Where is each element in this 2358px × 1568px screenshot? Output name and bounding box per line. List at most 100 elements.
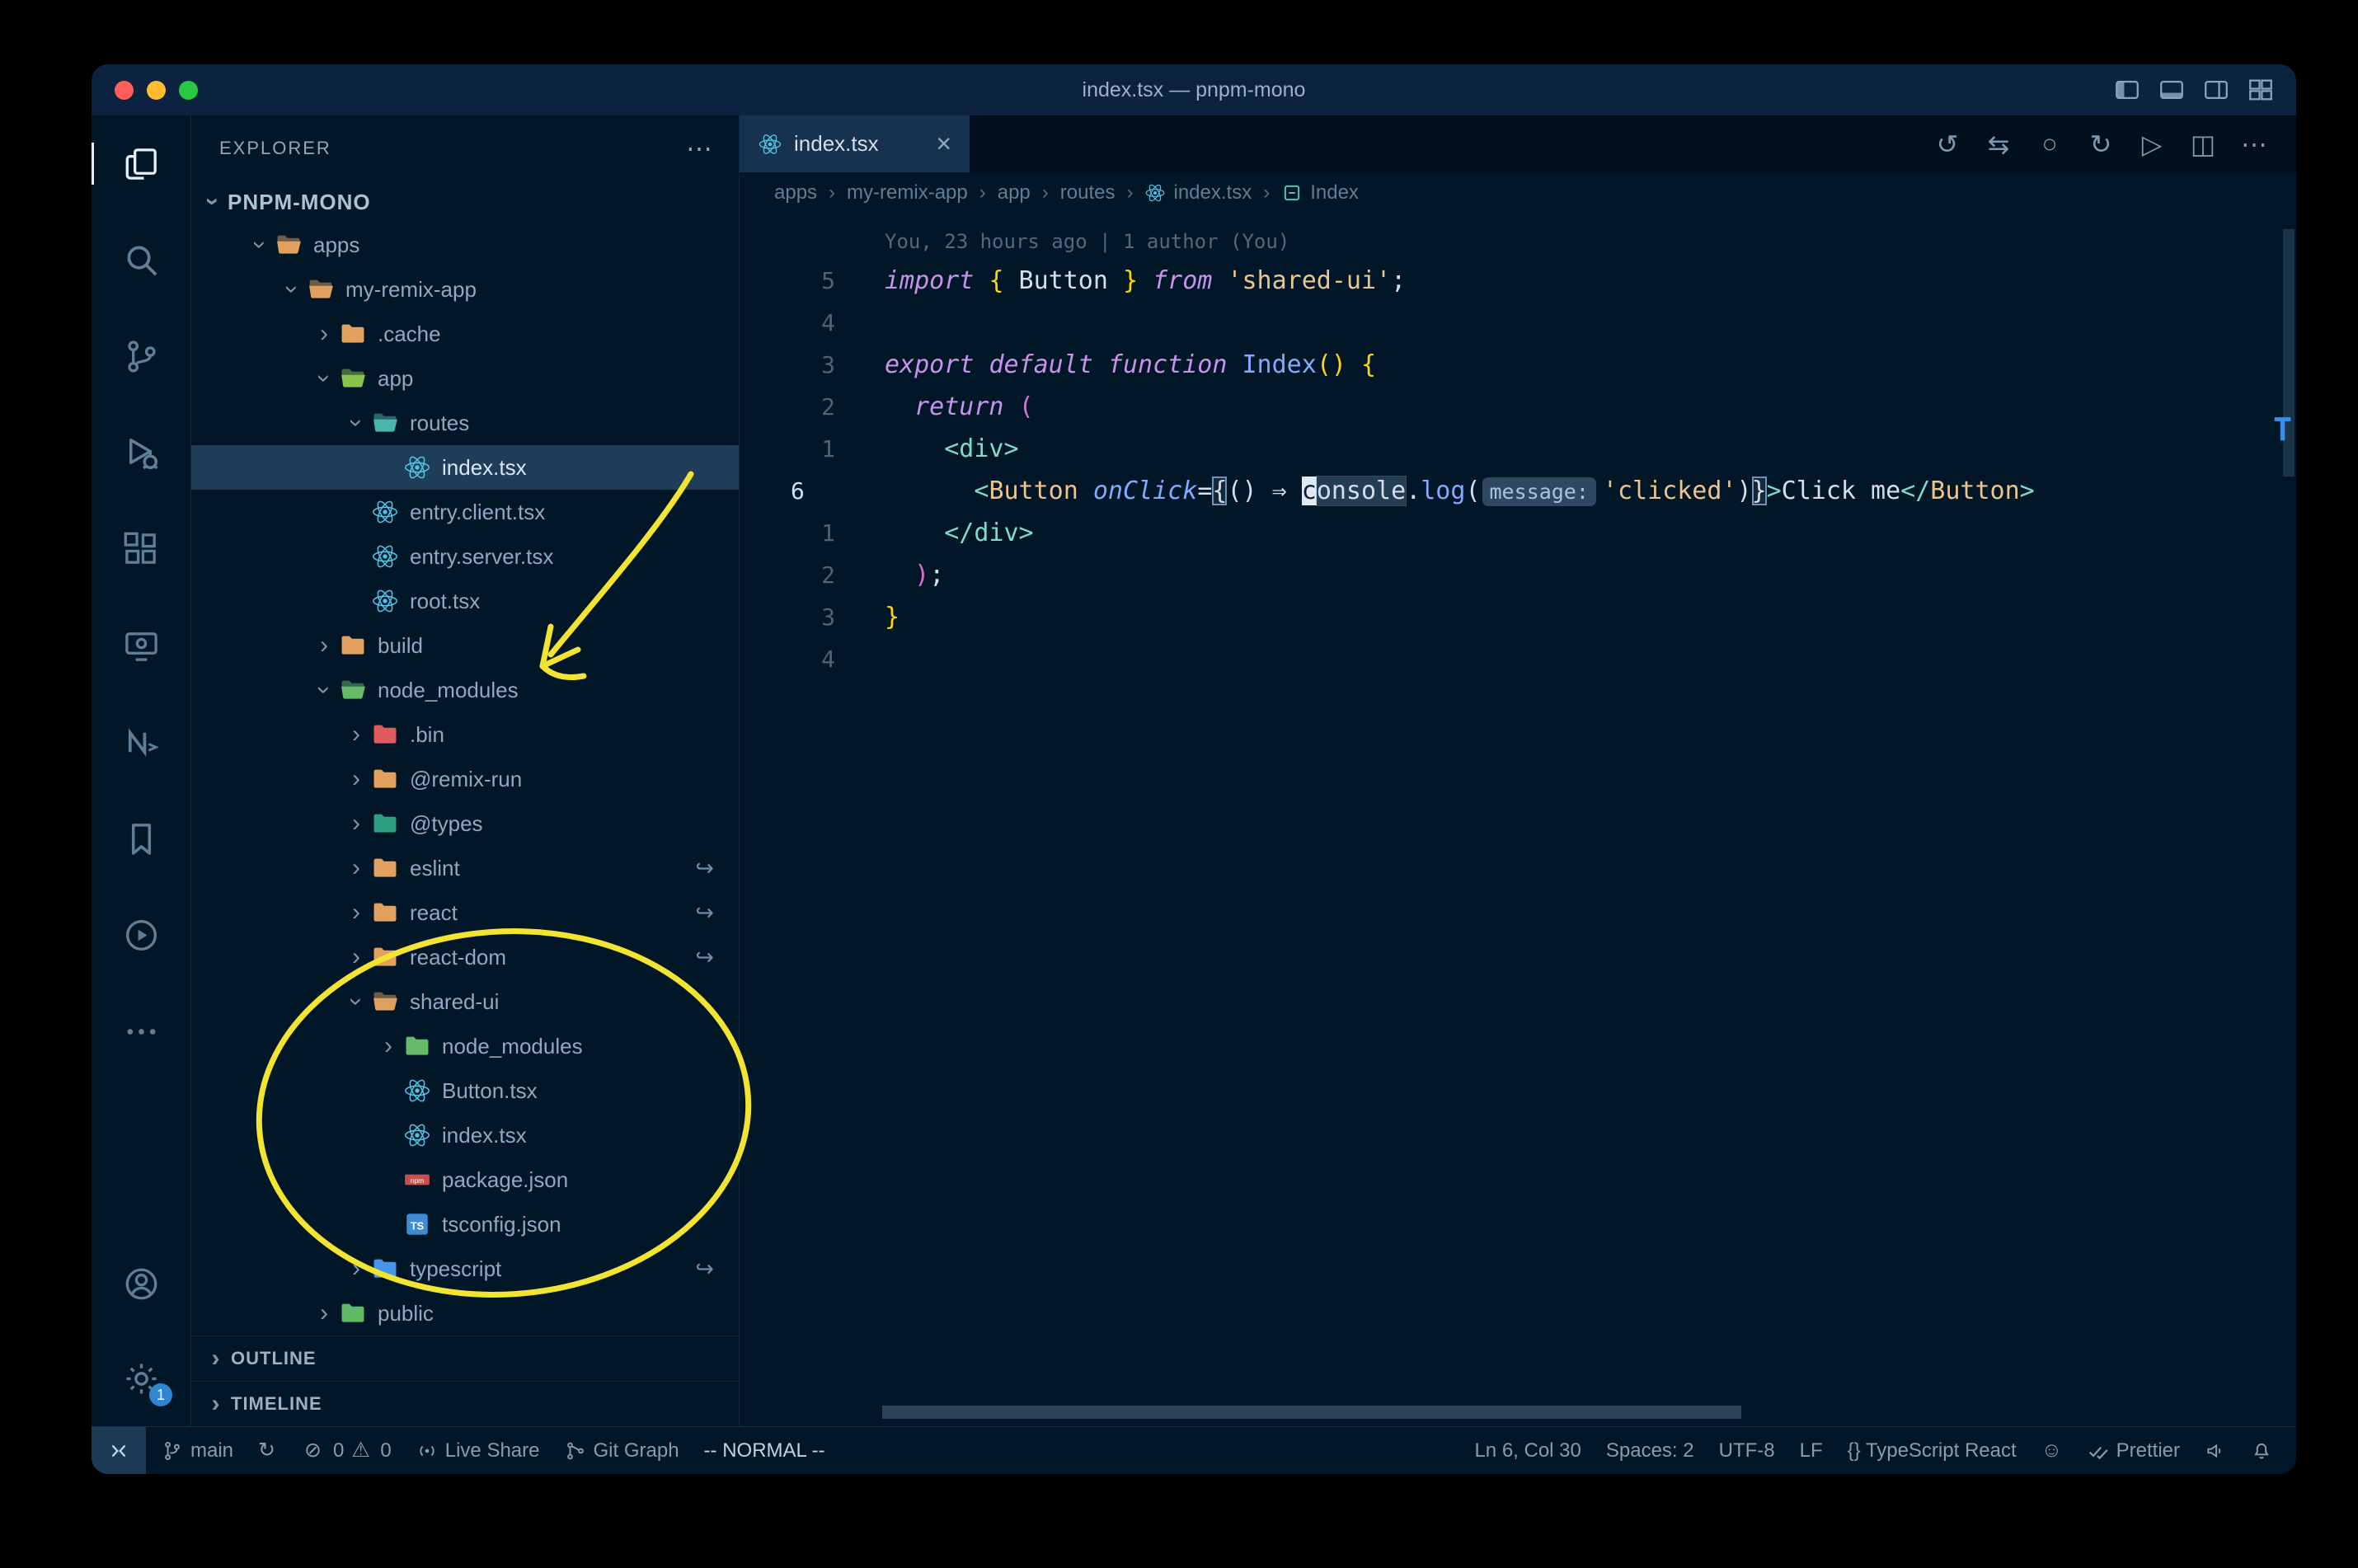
toggle-panel-button[interactable] — [2158, 76, 2186, 104]
activity-nx-console[interactable] — [92, 694, 190, 791]
code-editor[interactable]: You, 23 hours ago | 1 author (You) 5 impor… — [740, 214, 2296, 1426]
status-git-graph[interactable]: Git Graph — [552, 1427, 692, 1474]
status-vim-mode[interactable]: -- NORMAL -- — [692, 1427, 838, 1474]
tree-item-.cache[interactable]: › .cache — [191, 312, 739, 356]
breadcrumb-app[interactable]: app — [998, 181, 1031, 204]
tree-item-my-remix-app[interactable]: › my-remix-app — [191, 267, 739, 312]
tree-item-app[interactable]: › app — [191, 356, 739, 401]
tree-item-@types[interactable]: › @types — [191, 801, 739, 846]
tab-index.tsx[interactable]: index.tsx × — [740, 115, 970, 172]
activity-bookmarks[interactable] — [92, 791, 190, 887]
chevron-expanded-icon[interactable]: › — [343, 408, 370, 438]
chevron-collapsed-icon[interactable]: › — [341, 900, 371, 925]
breadcrumb-apps[interactable]: apps — [774, 181, 817, 204]
breadcrumb-my-remix-app[interactable]: my-remix-app — [847, 181, 968, 204]
chevron-collapsed-icon[interactable]: › — [309, 633, 339, 658]
status-prettier[interactable]: Prettier — [2075, 1427, 2192, 1474]
tree-item-react[interactable]: › react ↪ — [191, 890, 739, 935]
tree-item-.bin[interactable]: › .bin — [191, 712, 739, 757]
tree-item-entry.client.tsx[interactable]: entry.client.tsx — [191, 490, 739, 534]
tree-item-Button.tsx[interactable]: Button.tsx — [191, 1068, 739, 1113]
chevron-expanded-icon[interactable]: › — [311, 364, 338, 393]
tree-item-node_modules[interactable]: › node_modules — [191, 1024, 739, 1068]
line-number[interactable]: 5 — [740, 267, 885, 294]
line-number[interactable]: 1 — [740, 519, 885, 547]
section-timeline[interactable]: › TIMELINE — [191, 1381, 739, 1426]
chevron-collapsed-icon[interactable]: › — [309, 1301, 339, 1326]
tree-item-routes[interactable]: › routes — [191, 401, 739, 445]
status-broadcast[interactable] — [2192, 1427, 2238, 1474]
tree-item-index.tsx[interactable]: index.tsx — [191, 1113, 739, 1157]
activity-accounts[interactable] — [92, 1237, 190, 1331]
breadcrumb-index.tsx[interactable]: index.tsx — [1144, 181, 1252, 204]
chevron-collapsed-icon[interactable]: › — [341, 767, 371, 791]
chevron-collapsed-icon[interactable]: › — [341, 856, 371, 880]
explorer-more-actions-icon[interactable]: ⋯ — [686, 133, 712, 164]
tree-item-react-dom[interactable]: › react-dom ↪ — [191, 935, 739, 979]
titlebar[interactable]: index.tsx — pnpm-mono — [92, 64, 2296, 115]
chevron-expanded-icon[interactable]: › — [247, 230, 274, 260]
timeline-icon[interactable]: ↺ — [1927, 129, 1968, 160]
customize-layout-button[interactable] — [2247, 76, 2275, 104]
chevron-expanded-icon[interactable]: › — [343, 987, 370, 1016]
line-number[interactable]: 4 — [740, 309, 885, 336]
horizontal-scrollbar[interactable] — [882, 1406, 1741, 1419]
chevron-expanded-icon[interactable]: › — [311, 675, 338, 705]
chevron-collapsed-icon[interactable]: › — [373, 1034, 403, 1059]
status-indentation[interactable]: Spaces: 2 — [1594, 1427, 1707, 1474]
tree-item-shared-ui[interactable]: › shared-ui — [191, 979, 739, 1024]
status-eol[interactable]: LF — [1787, 1427, 1835, 1474]
activity-extensions[interactable] — [92, 501, 190, 598]
breadcrumb-routes[interactable]: routes — [1060, 181, 1116, 204]
section-outline[interactable]: › OUTLINE — [191, 1336, 739, 1381]
status-problems[interactable]: ⊘ 0 ⚠ 0 — [292, 1427, 404, 1474]
breadcrumb-Index[interactable]: Index — [1281, 181, 1359, 204]
line-number[interactable]: 4 — [740, 646, 885, 673]
tree-item-index.tsx[interactable]: index.tsx — [191, 445, 739, 490]
chevron-expanded-icon[interactable]: › — [279, 275, 306, 304]
tab-close-button[interactable]: × — [936, 129, 951, 159]
line-number[interactable]: 6 — [740, 477, 885, 505]
line-number[interactable]: 3 — [740, 603, 885, 631]
tree-item-entry.server.tsx[interactable]: entry.server.tsx — [191, 534, 739, 579]
compare-changes-icon[interactable]: ⇆ — [1978, 129, 2019, 160]
chevron-collapsed-icon[interactable]: › — [341, 811, 371, 836]
tree-item-node_modules[interactable]: › node_modules — [191, 668, 739, 712]
more-actions-icon[interactable]: ⋯ — [2234, 129, 2275, 160]
split-editor-icon[interactable]: ◫ — [2182, 129, 2224, 160]
toggle-secondary-sidebar-button[interactable] — [2202, 76, 2230, 104]
status-remote-indicator[interactable] — [92, 1427, 146, 1474]
line-number[interactable]: 1 — [740, 435, 885, 462]
status-encoding[interactable]: UTF-8 — [1707, 1427, 1787, 1474]
activity-run-debug[interactable] — [92, 405, 190, 501]
tree-item-@remix-run[interactable]: › @remix-run — [191, 757, 739, 801]
zoom-button[interactable] — [179, 80, 198, 100]
activity-more-actions[interactable] — [92, 984, 190, 1080]
status-live-share[interactable]: Live Share — [404, 1427, 552, 1474]
chevron-collapsed-icon[interactable]: › — [309, 322, 339, 346]
status-feedback[interactable]: ☺ — [2029, 1427, 2075, 1474]
chevron-collapsed-icon[interactable]: › — [341, 1256, 371, 1281]
tree-item-apps[interactable]: › apps — [191, 223, 739, 267]
status-language-mode[interactable]: {} TypeScript React — [1835, 1427, 2029, 1474]
sync-file-icon[interactable]: ↻ — [2080, 129, 2121, 160]
tree-item-build[interactable]: › build — [191, 623, 739, 668]
run-file-icon[interactable]: ▷ — [2131, 129, 2172, 160]
status-git-branch[interactable]: main — [149, 1427, 246, 1474]
activity-remote-explorer[interactable] — [92, 598, 190, 694]
tree-root-pnpm-mono[interactable]: › PNPM-MONO — [191, 181, 739, 223]
tree-item-root.tsx[interactable]: root.tsx — [191, 579, 739, 623]
tree-item-tsconfig.json[interactable]: TS tsconfig.json — [191, 1202, 739, 1246]
activity-settings[interactable]: 1 — [92, 1331, 190, 1426]
tree-item-public[interactable]: › public — [191, 1291, 739, 1336]
activity-source-control[interactable] — [92, 308, 190, 405]
line-number[interactable]: 2 — [740, 393, 885, 420]
status-cursor-position[interactable]: Ln 6, Col 30 — [1462, 1427, 1593, 1474]
activity-code-runner[interactable] — [92, 887, 190, 984]
close-button[interactable] — [115, 80, 134, 100]
tree-item-typescript[interactable]: › typescript ↪ — [191, 1246, 739, 1291]
status-notifications[interactable] — [2238, 1427, 2285, 1474]
chevron-expanded-icon[interactable]: › — [200, 187, 227, 217]
minimize-button[interactable] — [147, 80, 166, 100]
toggle-sidebar-button[interactable] — [2113, 76, 2141, 104]
